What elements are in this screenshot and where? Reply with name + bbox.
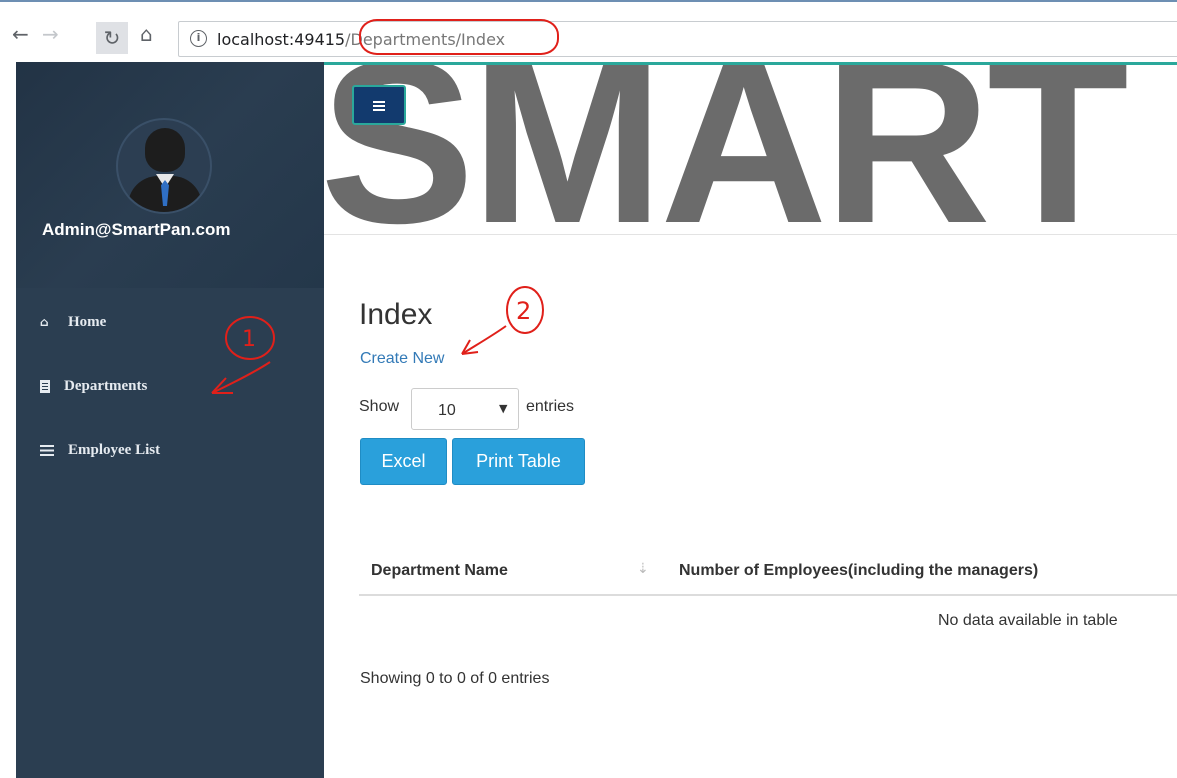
table-empty-message: No data available in table xyxy=(938,612,1118,629)
annotation-two-arrowhead xyxy=(461,339,479,355)
sidebar-user-email: Admin@SmartPan.com xyxy=(42,220,231,239)
annotation-two-arrow xyxy=(461,325,507,355)
table-header-divider xyxy=(359,594,1177,596)
hamburger-icon xyxy=(373,101,385,111)
sidebar-item-home[interactable]: ⌂ Home xyxy=(40,310,106,334)
avatar-head xyxy=(145,128,185,172)
create-new-link[interactable]: Create New xyxy=(360,350,444,368)
forward-arrow-icon[interactable]: → xyxy=(42,24,59,44)
excel-button[interactable]: Excel xyxy=(360,438,447,485)
sidebar-item-departments[interactable]: Departments xyxy=(40,374,147,398)
entries-length-value: 10 xyxy=(438,402,456,419)
table-info: Showing 0 to 0 of 0 entries xyxy=(360,670,550,687)
length-suffix: entries xyxy=(526,398,575,415)
sidebar-item-label: Departments xyxy=(64,377,148,394)
sort-icon[interactable]: ⇣ xyxy=(637,561,649,577)
sidebar: Admin@SmartPan.com ⌂ Home Departments Em… xyxy=(16,62,324,778)
home-icon: ⌂ xyxy=(40,315,49,329)
sidebar-item-label: Employee List xyxy=(68,441,161,458)
print-table-button[interactable]: Print Table xyxy=(452,438,585,485)
banner-logo-text: SMART xyxy=(324,65,1129,235)
info-icon[interactable]: i xyxy=(190,30,207,47)
home-button-icon[interactable]: ⌂ xyxy=(140,24,153,44)
back-arrow-icon[interactable]: ← xyxy=(12,24,29,44)
entries-length-select[interactable]: 10 ▼ xyxy=(411,388,519,430)
url-host: localhost:49415 xyxy=(217,30,346,49)
column-header-number-of-employees[interactable]: Number of Employees(including the manage… xyxy=(679,562,1038,580)
sidebar-item-employee-list[interactable]: Employee List xyxy=(40,438,160,462)
column-header-department-name[interactable]: Department Name xyxy=(371,562,508,580)
annotation-two: 2 xyxy=(461,286,544,355)
sidebar-item-label: Home xyxy=(68,313,107,330)
reload-icon[interactable]: ↻ xyxy=(96,22,128,54)
annotation-two-label: 2 xyxy=(516,297,531,325)
page-title: Index xyxy=(359,298,433,331)
chevron-down-icon: ▼ xyxy=(499,402,508,415)
banner: SMART xyxy=(324,65,1177,235)
address-bar[interactable]: i localhost:49415/Departments/Index xyxy=(178,19,1177,57)
avatar xyxy=(116,118,212,214)
building-icon xyxy=(40,379,50,393)
list-icon xyxy=(40,444,54,456)
menu-toggle-button[interactable] xyxy=(352,85,406,125)
annotation-url-circle xyxy=(359,19,559,55)
length-prefix: Show xyxy=(359,398,400,415)
browser-toolbar: ← → ↻ ⌂ i localhost:49415/Departments/In… xyxy=(0,0,1177,62)
sidebar-profile-header: Admin@SmartPan.com xyxy=(16,62,324,288)
annotation-two-circle xyxy=(506,286,544,334)
